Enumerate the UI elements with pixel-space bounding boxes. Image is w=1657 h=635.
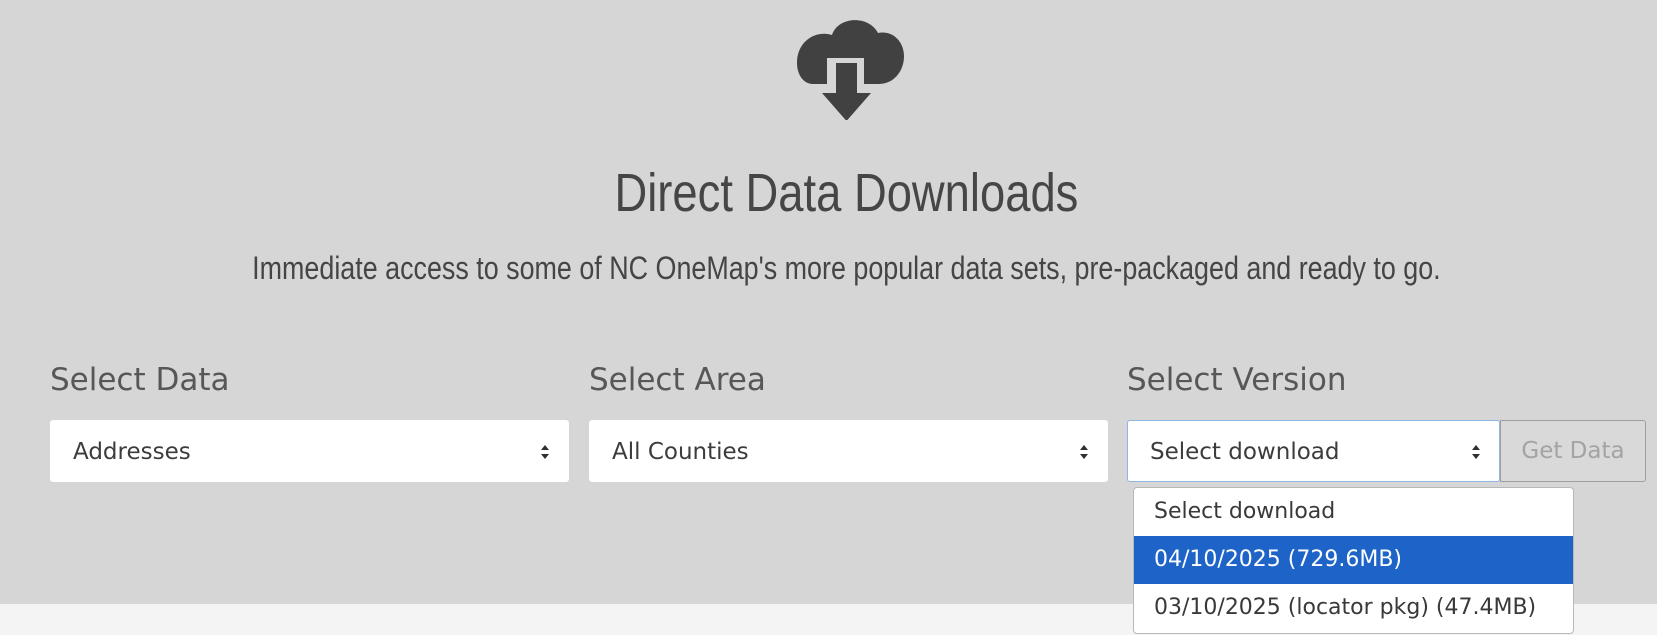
sort-arrows-icon bbox=[1472, 445, 1480, 459]
select-data-value: Addresses bbox=[73, 439, 191, 465]
page-title: Direct Data Downloads bbox=[614, 163, 1079, 223]
sort-arrows-icon bbox=[1080, 445, 1088, 459]
page-subtitle: Immediate access to some of NC OneMap's … bbox=[252, 250, 1441, 286]
select-area-label: Select Area bbox=[589, 362, 766, 398]
select-data-label: Select Data bbox=[50, 362, 230, 398]
get-data-button[interactable]: Get Data bbox=[1500, 420, 1646, 482]
version-options-list: Select download 04/10/2025 (729.6MB) 03/… bbox=[1133, 487, 1574, 634]
version-option-highlighted[interactable]: 04/10/2025 (729.6MB) bbox=[1134, 536, 1573, 584]
cloud-download-icon bbox=[797, 20, 904, 120]
select-version-value: Select download bbox=[1150, 439, 1340, 465]
select-version-label: Select Version bbox=[1127, 362, 1347, 398]
select-area-dropdown[interactable]: All Counties bbox=[589, 420, 1108, 482]
sort-arrows-icon bbox=[541, 445, 549, 459]
version-option[interactable]: 03/10/2025 (locator pkg) (47.4MB) bbox=[1134, 584, 1573, 632]
select-area-value: All Counties bbox=[612, 439, 749, 465]
select-data-dropdown[interactable]: Addresses bbox=[50, 420, 569, 482]
select-version-dropdown[interactable]: Select download bbox=[1127, 420, 1500, 482]
version-option[interactable]: Select download bbox=[1134, 488, 1573, 536]
